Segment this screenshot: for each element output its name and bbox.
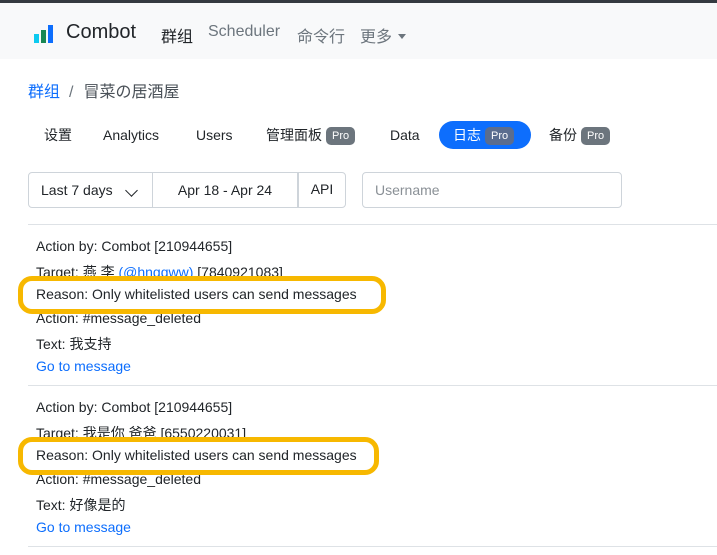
tab-users[interactable]: Users <box>196 121 233 149</box>
breadcrumb-current: 冒菜の居酒屋 <box>83 84 180 101</box>
combot-logo-icon[interactable] <box>34 25 54 43</box>
tab-data[interactable]: Data <box>390 121 420 149</box>
log-action-by: Action by: Combot [210944655] <box>36 238 233 254</box>
date-range-label: Last 7 days <box>41 182 113 198</box>
nav-scheduler[interactable]: Scheduler <box>208 23 280 41</box>
log-divider <box>28 224 717 225</box>
go-to-message-link[interactable]: Go to message <box>36 519 131 535</box>
reason-highlight <box>18 437 379 475</box>
brand-name[interactable]: Combot <box>66 21 136 44</box>
tab-backup-label: 备份 <box>549 127 577 143</box>
chevron-down-icon <box>125 184 138 197</box>
tab-admin-panel-label: 管理面板 <box>266 127 322 143</box>
pro-badge: Pro <box>581 127 611 145</box>
nav-more-dropdown[interactable]: 更多 <box>360 23 407 47</box>
pro-badge: Pro <box>326 127 356 145</box>
pro-badge: Pro <box>485 127 515 145</box>
breadcrumb-separator: / <box>69 84 74 101</box>
tab-settings[interactable]: 设置 <box>44 121 72 149</box>
tab-admin-panel[interactable]: 管理面板 Pro <box>266 121 356 149</box>
reason-highlight <box>18 276 386 314</box>
nav-groups[interactable]: 群组 <box>161 23 193 47</box>
nav-more-label: 更多 <box>360 29 393 46</box>
log-text: Text: 好像是的 <box>36 497 126 513</box>
tab-logs-label: 日志 <box>453 127 481 143</box>
go-to-message-link[interactable]: Go to message <box>36 358 131 374</box>
tab-logs[interactable]: 日志 Pro <box>439 121 531 149</box>
log-divider <box>28 546 717 547</box>
date-picker[interactable]: Apr 18 - Apr 24 <box>152 172 298 208</box>
log-text: Text: 我支持 <box>36 336 112 352</box>
date-range-select[interactable]: Last 7 days <box>28 172 153 208</box>
breadcrumb-root-link[interactable]: 群组 <box>28 84 60 101</box>
log-divider <box>28 385 717 386</box>
breadcrumb: 群组 / 冒菜の居酒屋 <box>28 78 179 102</box>
log-action-by: Action by: Combot [210944655] <box>36 399 233 415</box>
caret-down-icon <box>398 34 407 39</box>
api-button[interactable]: API <box>298 172 346 208</box>
navbar: Combot 群组 Scheduler 命令行 更多 <box>0 3 717 59</box>
tab-backup[interactable]: 备份 Pro <box>549 121 611 149</box>
tab-analytics[interactable]: Analytics <box>103 121 159 149</box>
username-input[interactable] <box>362 172 622 208</box>
nav-commands[interactable]: 命令行 <box>297 23 345 47</box>
